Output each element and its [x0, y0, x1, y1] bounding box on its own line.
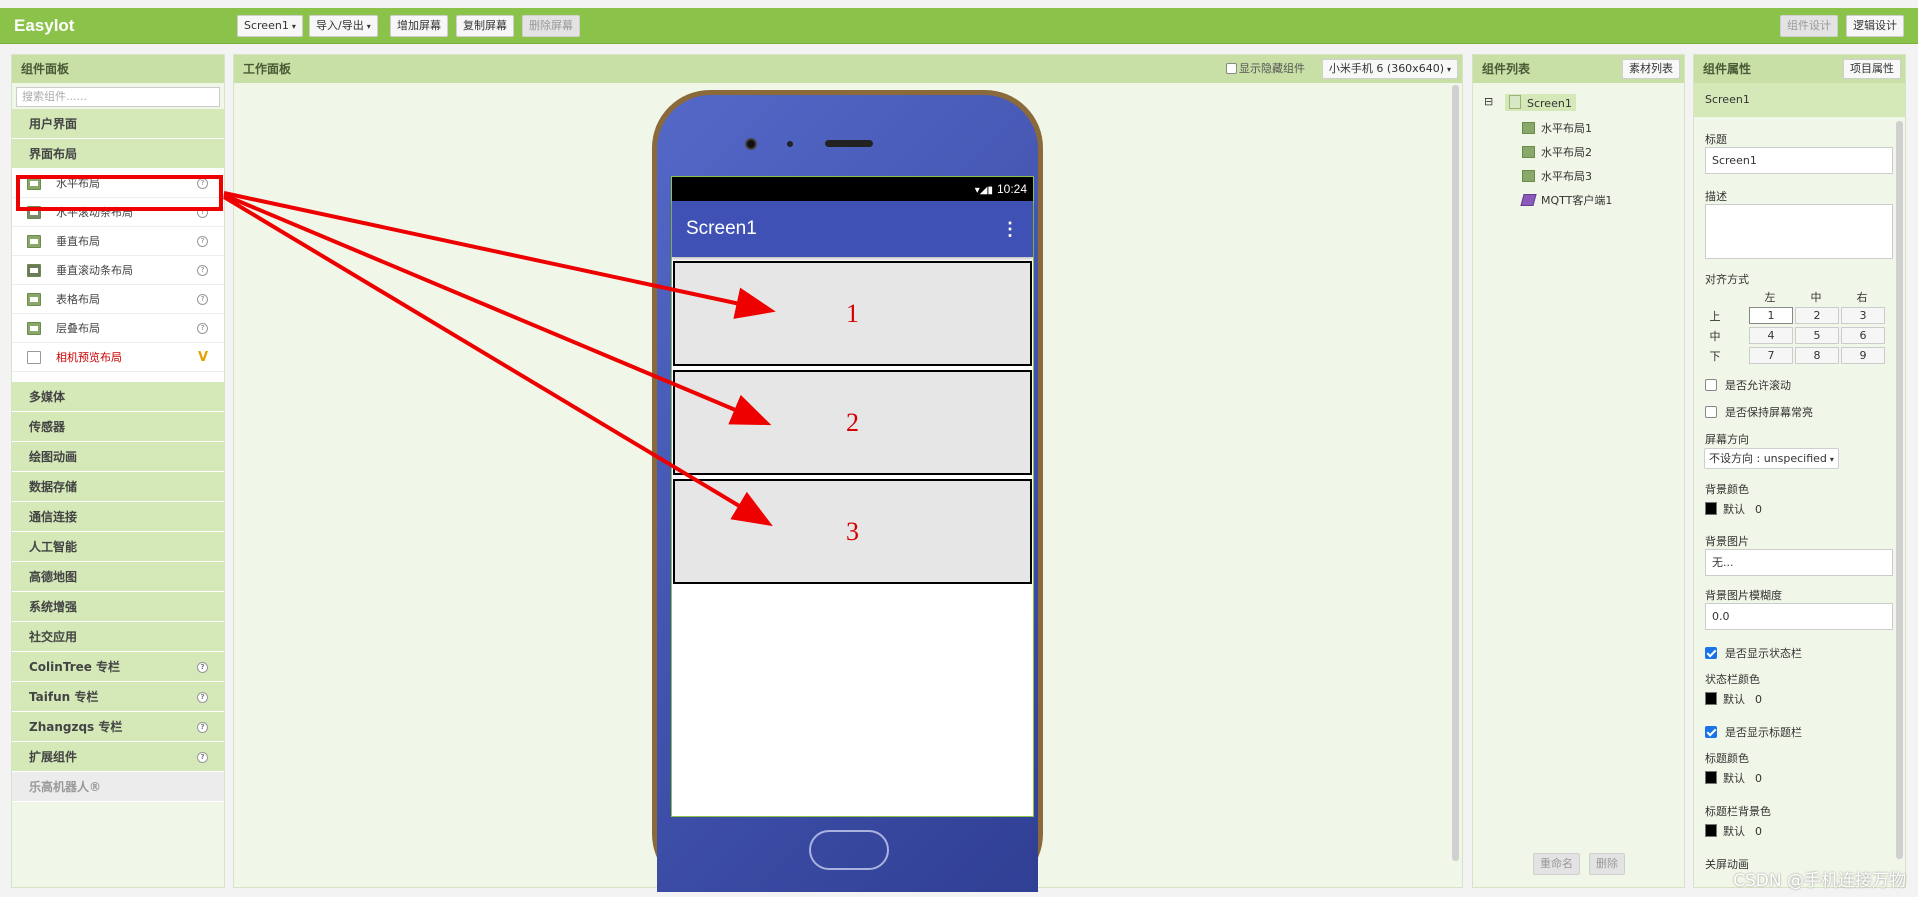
title-label: 标题 [1705, 133, 1727, 146]
default-text: 默认 [1723, 693, 1745, 706]
tree-collapse-icon[interactable]: ⊟ [1484, 95, 1493, 108]
show-titlebar-checkbox[interactable] [1705, 726, 1717, 738]
tree-item-hbox-1[interactable]: 水平布局1 [1522, 120, 1592, 136]
properties-title-label: 组件属性 [1703, 62, 1752, 76]
scrollable-label: 是否允许滚动 [1725, 379, 1791, 392]
caret-down-icon: ▾ [1829, 455, 1834, 464]
zero-text: 0 [1755, 772, 1762, 785]
project-properties-button[interactable]: 项目属性 [1843, 59, 1901, 79]
show-statusbar-label: 是否显示状态栏 [1725, 647, 1802, 660]
properties-title: 组件属性 项目属性 [1694, 55, 1905, 83]
default-text: 默认 [1723, 772, 1745, 785]
components-title-label: 组件列表 [1482, 62, 1531, 76]
keep-screen-on-label: 是否保持屏幕常亮 [1725, 406, 1813, 419]
arrow-to-box-1 [223, 191, 776, 319]
tree-label: 水平布局3 [1541, 170, 1592, 183]
color-swatch [1705, 502, 1717, 515]
keep-screen-on-checkbox[interactable] [1705, 406, 1717, 418]
blur-input[interactable]: 0.0 [1705, 603, 1893, 630]
align-col-right: 右 [1856, 291, 1868, 304]
bgcolor-value[interactable]: 默认 0 [1705, 501, 1762, 517]
zero-text: 0 [1755, 825, 1762, 838]
watermark: CSDN @手机连接万物 [1733, 871, 1906, 891]
align-col-left: 左 [1764, 291, 1776, 304]
tree-item-hbox-3[interactable]: 水平布局3 [1522, 168, 1592, 184]
arrow-to-box-3 [222, 195, 773, 527]
align-cell-2[interactable]: 2 [1795, 307, 1839, 324]
tree-label: 水平布局1 [1541, 122, 1592, 135]
horizontal-layout-icon [1522, 170, 1535, 182]
statusbar-color-label: 状态栏颜色 [1705, 673, 1760, 686]
titlebar-bg-label: 标题栏背景色 [1705, 805, 1771, 818]
delete-component-button[interactable]: 删除 [1589, 853, 1625, 875]
default-text: 默认 [1723, 825, 1745, 838]
tree-item-hbox-2[interactable]: 水平布局2 [1522, 144, 1592, 160]
components-title: 组件列表 素材列表 [1473, 55, 1684, 83]
blur-label: 背景图片模糊度 [1705, 589, 1782, 602]
orientation-select[interactable]: 不设方向 : unspecified ▾ [1704, 448, 1839, 469]
align-col-center: 中 [1810, 291, 1822, 304]
align-row-top: 上 [1709, 310, 1721, 323]
show-titlebar-label: 是否显示标题栏 [1725, 726, 1802, 739]
default-text: 默认 [1723, 503, 1745, 516]
align-cell-6[interactable]: 6 [1841, 327, 1885, 344]
scrollable-checkbox[interactable] [1705, 379, 1717, 391]
bgimage-input[interactable]: 无... [1705, 549, 1893, 576]
tree-label: 水平布局2 [1541, 146, 1592, 159]
assets-button[interactable]: 素材列表 [1622, 59, 1680, 79]
tree-label: MQTT客户端1 [1541, 194, 1613, 207]
color-swatch [1705, 692, 1717, 705]
align-row-middle: 中 [1709, 330, 1721, 343]
align-cell-9[interactable]: 9 [1841, 347, 1885, 364]
horizontal-layout-icon [1522, 146, 1535, 158]
titlebar-bg-value[interactable]: 默认 0 [1705, 823, 1762, 839]
align-cell-4[interactable]: 4 [1749, 327, 1793, 344]
tree-item-mqtt[interactable]: MQTT客户端1 [1520, 192, 1613, 208]
align-row-bottom: 下 [1709, 350, 1721, 363]
properties-scrollbar[interactable] [1896, 121, 1903, 859]
bgcolor-label: 背景颜色 [1705, 483, 1749, 496]
title-input[interactable]: Screen1 [1705, 147, 1893, 174]
description-label: 描述 [1705, 190, 1727, 203]
title-color-value[interactable]: 默认 0 [1705, 770, 1762, 786]
tree-label: Screen1 [1527, 97, 1572, 110]
align-cell-1[interactable]: 1 [1749, 307, 1793, 324]
orientation-label: 屏幕方向 [1705, 433, 1749, 446]
horizontal-layout-icon [1522, 122, 1535, 134]
mqtt-icon [1520, 194, 1537, 206]
tree-item-screen1[interactable]: Screen1 [1505, 94, 1576, 111]
align-cell-3[interactable]: 3 [1841, 307, 1885, 324]
align-cell-8[interactable]: 8 [1795, 347, 1839, 364]
align-cell-7[interactable]: 7 [1749, 347, 1793, 364]
title-color-label: 标题颜色 [1705, 752, 1749, 765]
alignment-label: 对齐方式 [1705, 273, 1749, 286]
zero-text: 0 [1755, 693, 1762, 706]
rename-button[interactable]: 重命名 [1533, 853, 1580, 875]
show-statusbar-checkbox[interactable] [1705, 647, 1717, 659]
arrow-to-box-2 [223, 193, 772, 426]
zero-text: 0 [1755, 503, 1762, 516]
show-statusbar-option[interactable]: 是否显示状态栏 [1705, 645, 1802, 661]
selected-component-name: Screen1 [1694, 83, 1905, 117]
screen-icon [1509, 95, 1521, 109]
color-swatch [1705, 771, 1717, 784]
show-titlebar-option[interactable]: 是否显示标题栏 [1705, 724, 1802, 740]
scrollable-option[interactable]: 是否允许滚动 [1705, 377, 1791, 393]
align-cell-5[interactable]: 5 [1795, 327, 1839, 344]
color-swatch [1705, 824, 1717, 837]
keep-screen-on-option[interactable]: 是否保持屏幕常亮 [1705, 404, 1813, 420]
description-input[interactable] [1705, 204, 1893, 259]
statusbar-color-value[interactable]: 默认 0 [1705, 691, 1762, 707]
orientation-value: 不设方向 : unspecified [1709, 452, 1827, 465]
bgimage-label: 背景图片 [1705, 535, 1749, 548]
